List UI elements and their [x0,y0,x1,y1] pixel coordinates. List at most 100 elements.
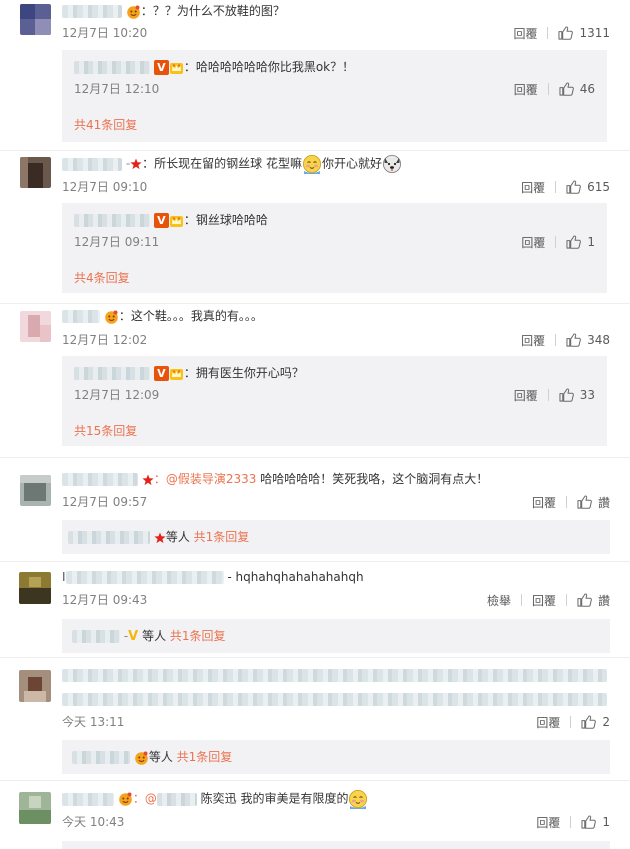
username[interactable] [74,214,150,227]
more-replies-link[interactable]: 共15条回复 [74,422,137,439]
divider [555,236,557,248]
reply-summary-line: -V 等人 共1条回复 [72,627,226,646]
reply-summary[interactable]: 等人 共1条回复 [62,520,610,554]
comment-item: ：@ 陈奕迅 我的审美是有限度的 今天 10:43 回覆 1 [0,780,630,849]
comment-text-line: ：@ 陈奕迅 我的审美是有限度的 [62,789,368,809]
thumb-up-icon [558,26,573,40]
like-button[interactable]: 讚 [577,592,610,609]
reply-text-line: V ：哈哈哈哈哈哈你比我黑ok？！ [74,58,354,76]
like-button[interactable]: 1 [581,815,610,829]
reply-button[interactable]: 回覆 [532,592,556,609]
reply-button[interactable]: 回覆 [536,814,560,831]
avatar[interactable] [20,157,51,188]
red-star-icon [142,474,154,486]
comment-text-line: ：？？为什么不放鞋的图？ [62,2,285,20]
avatar[interactable] [19,572,51,604]
like-button[interactable]: 46 [559,82,595,96]
comment-text: ：这个鞋。。。我真的有。。。 [118,309,263,323]
reply-button[interactable]: 回覆 [521,179,545,196]
like-button[interactable]: 2 [581,715,610,729]
divider [547,389,549,401]
comment-text: ：所长现在留的钢丝球 花型嘛 [142,156,302,171]
reply-text: ：拥有医生你开心吗？ [183,366,304,380]
v-badge-icon: V [153,60,169,75]
reply-button[interactable]: 回覆 [536,714,560,731]
reply-section: V ：拥有医生你开心吗？ 12月7日 12:09 回覆 33 共15条回复 [62,356,607,446]
blush-emoji-icon [302,154,322,174]
username[interactable] [74,61,150,74]
avatar[interactable] [20,311,51,342]
mention-link[interactable]: ：@ [133,792,157,806]
like-count: 2 [602,715,610,729]
reply-summary[interactable] [62,841,610,849]
dog-emoji-icon [382,154,402,174]
avatar[interactable] [20,475,51,506]
avatar[interactable] [19,792,51,824]
more-replies-link[interactable]: 共1条回复 [194,530,250,544]
reply-text: ：哈哈哈哈哈哈你比我黑ok？！ [183,60,355,74]
username[interactable] [74,367,150,380]
reply-text-line: V ：钢丝球哈哈哈 [74,211,268,229]
reply-summary-text: 等人 [165,530,190,544]
reply-time: 12月7日 12:09 [74,388,160,402]
reply-button[interactable]: 回覆 [521,332,545,349]
reply-button[interactable]: 回覆 [514,81,538,98]
like-button[interactable]: 33 [559,388,595,402]
reply-summary[interactable]: -V 等人 共1条回复 [62,619,610,653]
username[interactable] [65,571,224,584]
thumb-up-icon [566,333,581,347]
crown-icon [134,751,149,765]
reply-text-line: V ：拥有医生你开心吗？ [74,364,304,382]
comment-time: 今天 13:11 [62,715,125,729]
red-star-icon [154,532,166,544]
reply-button[interactable]: 回覆 [513,25,537,42]
divider [555,334,557,346]
username [72,751,130,764]
more-replies-link[interactable]: 共1条回复 [170,629,226,643]
reply-button[interactable]: 回覆 [521,234,545,251]
like-button[interactable]: 1311 [558,26,610,40]
comment-text-blurred [62,693,607,706]
comment-text-blurred [62,669,607,682]
mention-link[interactable]: ：@假装导演2333 [154,472,257,486]
report-button[interactable]: 檢舉 [487,592,511,609]
comment-actions: 回覆 讚 [532,494,610,510]
like-count: 1311 [579,26,610,40]
avatar[interactable] [19,670,51,702]
reply-button[interactable]: 回覆 [514,387,538,404]
v-badge-icon: V [153,213,169,228]
reply-actions: 回覆 1 [521,234,595,250]
comment-actions: 回覆 1311 [513,25,610,41]
comment-text-line: ：@假装导演2333 哈哈哈哈哈！笑死我咯，这个脑洞有点大！ [62,470,488,488]
username[interactable] [62,792,114,806]
comment-actions: 回覆 615 [521,179,610,195]
comment-text: 陈奕迅 我的审美是有限度的 [196,791,349,806]
like-count: 33 [579,388,595,402]
blush-emoji-icon [348,789,368,809]
username[interactable] [62,5,122,18]
like-button[interactable]: 615 [566,180,610,194]
comment-item: - ：所长现在留的钢丝球 花型嘛 你开心就好 12月7日 09:10 回覆 615 … [0,150,630,304]
divider [547,27,549,39]
more-replies-link[interactable]: 共41条回复 [74,116,137,133]
username[interactable] [62,157,122,171]
reply-summary[interactable]: 等人 共1条回复 [62,740,610,774]
reply-actions: 回覆 33 [514,387,595,403]
more-replies-link[interactable]: 共1条回复 [177,750,233,764]
thumb-up-icon [559,82,574,96]
like-button[interactable]: 348 [566,333,610,347]
divider [565,594,567,606]
username[interactable] [62,473,138,486]
like-button[interactable]: 讚 [577,494,610,511]
username [72,630,120,643]
more-replies-link[interactable]: 共4条回复 [74,269,130,286]
reply-button[interactable]: 回覆 [532,494,556,511]
divider [570,816,572,828]
avatar[interactable] [20,4,51,35]
comment-actions: 回覆 348 [521,332,610,348]
username[interactable] [62,310,100,323]
divider [547,83,549,95]
crown-icon [169,61,184,75]
thumb-up-icon [577,495,592,509]
like-button[interactable]: 1 [566,235,595,249]
